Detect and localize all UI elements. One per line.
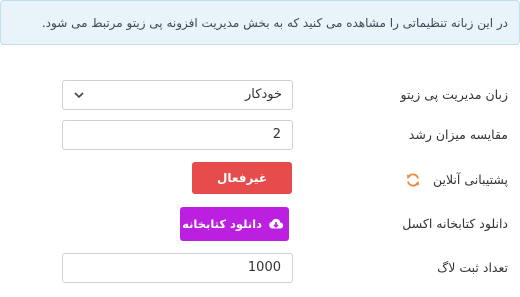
log-count-input[interactable]: 1000 bbox=[62, 253, 293, 283]
growth-compare-value: 2 bbox=[272, 127, 281, 142]
chevron-down-icon bbox=[74, 92, 84, 99]
growth-compare-label: مقایسه میزان رشد bbox=[408, 127, 508, 142]
log-count-value: 1000 bbox=[247, 260, 281, 275]
excel-library-label: دانلود کتابخانه اکسل bbox=[402, 216, 508, 231]
log-count-label: تعداد ثبت لاگ bbox=[437, 260, 508, 275]
admin-language-value: خودکار bbox=[245, 87, 282, 102]
download-library-label: دانلود کتابخانه bbox=[182, 217, 262, 231]
info-notice: در این زبانه تنظیماتی را مشاهده می کنید … bbox=[0, 0, 520, 45]
refresh-icon bbox=[407, 173, 419, 187]
admin-language-select[interactable]: خودکار bbox=[62, 80, 293, 110]
disable-support-button[interactable]: غیرفعال bbox=[192, 162, 292, 194]
cloud-download-icon bbox=[269, 218, 284, 229]
download-library-button[interactable]: دانلود کتابخانه bbox=[180, 207, 289, 241]
admin-language-label: زبان مدیریت پی زیتو bbox=[400, 87, 508, 102]
growth-compare-input[interactable]: 2 bbox=[62, 120, 293, 150]
